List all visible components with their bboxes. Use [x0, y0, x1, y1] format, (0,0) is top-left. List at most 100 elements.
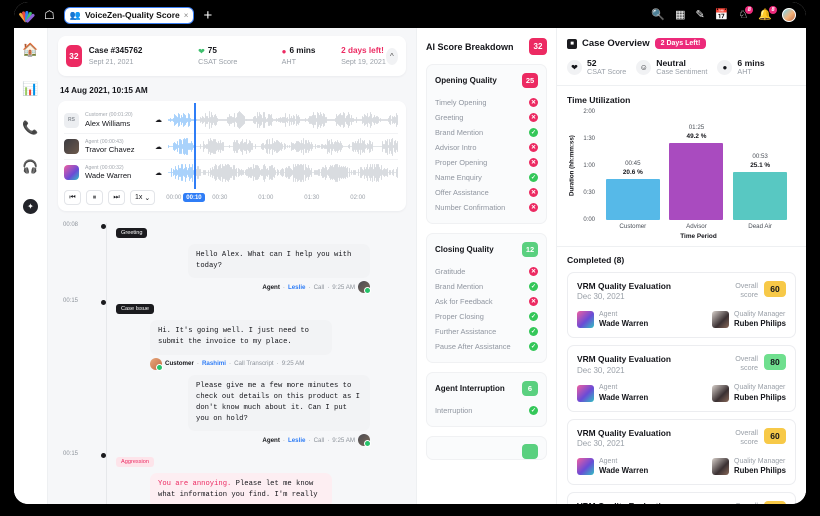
- chart-bar[interactable]: [669, 143, 724, 220]
- evaluation-header: VRM Quality EvaluationDec 30, 2021 Overal…: [577, 280, 786, 303]
- next-button[interactable]: ⏭: [108, 190, 125, 205]
- browser-tab[interactable]: 👥 VoiceZen-Quality Score ×: [63, 6, 195, 24]
- criterion-row[interactable]: Further Assistance ✓: [435, 324, 538, 339]
- criterion-row[interactable]: Brand Mention ✓: [435, 279, 538, 294]
- heart-icon: ❤: [567, 59, 582, 75]
- csat-value: 75: [207, 46, 217, 56]
- speaker-meta: Agent (00:00:43) Travor Chavez: [85, 139, 149, 154]
- sidebar-item-calls[interactable]: 📞: [22, 121, 38, 134]
- waveform-agent-travor[interactable]: [168, 137, 398, 157]
- meta-time: 9:25 AM: [332, 283, 355, 291]
- avatar: [150, 357, 163, 371]
- meta-speaker[interactable]: Rashimi: [202, 360, 226, 367]
- waveform-agent-wade[interactable]: [168, 163, 398, 183]
- criterion-row[interactable]: Timely Opening ✕: [435, 95, 538, 110]
- ruler-tick: 01:30: [304, 194, 320, 201]
- user-avatar[interactable]: [782, 8, 796, 22]
- sidebar-item-support[interactable]: 🎧: [22, 160, 38, 173]
- criterion-label: Brand Mention: [435, 128, 484, 137]
- audio-player: RS Customer (00:01:20) Alex Williams ☁ A…: [58, 101, 406, 211]
- criterion-row[interactable]: Brand Mention ✓: [435, 125, 538, 140]
- pause-button[interactable]: ⏸: [86, 190, 103, 205]
- time-ruler[interactable]: 00:00 00:10 00:30 01:00 01:30 02:00: [166, 190, 398, 205]
- cloud-icon[interactable]: ☁: [155, 116, 162, 124]
- criterion-row[interactable]: Gratitude ✕: [435, 264, 538, 279]
- sidebar-item-analytics[interactable]: 📊: [22, 82, 38, 95]
- chart-y-ticks: 0:00 0:30 1:00 1:30 2:00: [577, 109, 597, 223]
- entry-tag[interactable]: Greeting: [116, 228, 148, 238]
- cloud-icon[interactable]: ☁: [155, 143, 162, 151]
- close-icon[interactable]: ×: [184, 11, 189, 20]
- chart-bar[interactable]: [733, 172, 788, 220]
- entry-tag[interactable]: Case Issue: [116, 304, 154, 315]
- section-header: [435, 444, 538, 459]
- chart-bar-label: 00:45 20.6 %: [623, 160, 643, 177]
- stat-label: AHT: [737, 67, 752, 77]
- aht-block: ● 6 mins AHT: [282, 46, 316, 65]
- criterion-row[interactable]: Proper Opening ✕: [435, 155, 538, 170]
- evaluation-date: Dec 30, 2021: [577, 292, 625, 302]
- entry-tag-aggression[interactable]: Aggression: [116, 457, 154, 468]
- evaluation-card[interactable]: VRM Quality EvaluationDec 30, 2021 Overal…: [567, 418, 796, 486]
- criterion-row[interactable]: Greeting ✕: [435, 110, 538, 125]
- fail-icon: ✕: [529, 113, 538, 122]
- meta-speaker[interactable]: Leslie: [288, 437, 306, 444]
- criterion-row[interactable]: Proper Closing ✓: [435, 309, 538, 324]
- overview-title-row: ■ Case Overview 2 Days Left!: [567, 38, 796, 49]
- call-transcript[interactable]: 00:08 Greeting Hello Alex. What can I he…: [58, 221, 406, 504]
- evaluation-header: VRM Quality EvaluationDec 30, 2021 Overal…: [577, 427, 786, 450]
- sidebar-item-settings[interactable]: ✦: [23, 199, 38, 214]
- sidebar-item-home[interactable]: 🏠: [22, 43, 38, 56]
- ai-score-breakdown-panel[interactable]: AI Score Breakdown 32 Opening Quality 25…: [416, 28, 556, 504]
- criterion-label: Proper Opening: [435, 158, 488, 167]
- completed-evaluations[interactable]: Completed (8) VRM Quality Evaluation Dec …: [557, 247, 806, 504]
- criterion-row[interactable]: Name Enquiry ✓: [435, 170, 538, 185]
- criterion-row[interactable]: Offer Assistance ✕: [435, 185, 538, 200]
- criterion-row[interactable]: Ask for Feedback ✕: [435, 294, 538, 309]
- playhead-marker[interactable]: [194, 103, 196, 189]
- avatar: [712, 311, 730, 329]
- waveform-customer[interactable]: [168, 110, 398, 130]
- search-icon[interactable]: 🔍: [651, 9, 665, 21]
- criterion-row[interactable]: Advisor Intro ✕: [435, 140, 538, 155]
- case-overview-panel[interactable]: ■ Case Overview 2 Days Left! ❤ 52 CSAT S…: [556, 28, 806, 504]
- chart-plot-area: Duration (hh:mm:ss) 0:00 0:30 1:00 1:30 2:00…: [567, 109, 796, 223]
- bar-percent: 20.6 %: [622, 168, 643, 176]
- playback-speed-select[interactable]: 1x ⌄: [130, 190, 156, 205]
- bar-percent: 25.1 %: [750, 161, 771, 169]
- notification-bell-icon[interactable]: 🔔 8: [758, 5, 777, 21]
- chart-bar[interactable]: [605, 179, 660, 220]
- compose-icon[interactable]: ✎: [696, 9, 705, 21]
- due-date: Sept 19, 2021: [341, 56, 386, 66]
- evaluation-card[interactable]: VRM Quality EvaluationDec 30, 2021 Overal…: [567, 271, 796, 339]
- criterion-row[interactable]: Pause After Assistance ✓: [435, 339, 538, 354]
- browser-home-icon[interactable]: ☖: [44, 9, 55, 21]
- new-tab-button[interactable]: +: [203, 8, 212, 23]
- pass-icon: ✓: [529, 312, 538, 321]
- meta-role: Agent: [262, 436, 280, 444]
- criterion-label: Brand Mention: [435, 282, 484, 291]
- criterion-row[interactable]: Number Confirmation ✕: [435, 200, 538, 215]
- person-role: Agent: [599, 311, 618, 319]
- previous-button[interactable]: ⏮: [64, 190, 81, 205]
- criterion-row[interactable]: Interruption ✓: [435, 403, 538, 418]
- apps-grid-icon[interactable]: ▦: [675, 9, 685, 21]
- team-icon[interactable]: ♘ 8: [738, 5, 754, 21]
- chevron-up-icon[interactable]: ^: [385, 47, 398, 65]
- agent-person: Agent Wade Warren: [577, 383, 648, 402]
- message-meta: Agent · Leslie · Call · 9:25 AM: [262, 434, 371, 448]
- quality-manager-person: Quality Manager Ruben Philips: [712, 310, 786, 329]
- waveform-track: Agent (00:00:32) Wade Warren ☁: [64, 159, 398, 185]
- chart-bar-label: 01:25 49.2 %: [687, 124, 707, 141]
- person-role: Agent: [599, 457, 618, 465]
- bar-duration: 01:25: [688, 124, 705, 132]
- calendar-icon[interactable]: 📅: [715, 9, 729, 21]
- meta-speaker[interactable]: Leslie: [288, 284, 306, 291]
- chart-y-tick: 1:30: [583, 135, 595, 142]
- avatar: [577, 457, 594, 475]
- avatar: [64, 139, 79, 154]
- evaluation-card[interactable]: VRM Quality EvaluationDec 30, 2021 Overal…: [567, 492, 796, 504]
- evaluation-card[interactable]: VRM Quality EvaluationDec 30, 2021 Overal…: [567, 345, 796, 412]
- chart-x-ticks: Customer Advisor Dead Air: [567, 220, 796, 230]
- cloud-icon[interactable]: ☁: [155, 169, 162, 177]
